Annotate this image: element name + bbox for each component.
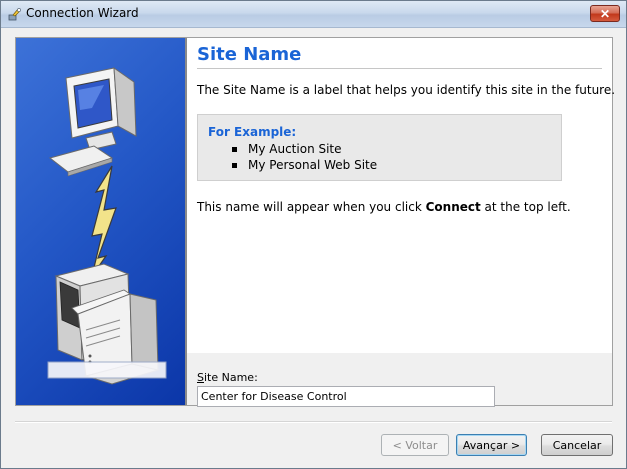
next-button[interactable]: Avançar >: [456, 434, 527, 456]
connection-wizard-icon: [8, 7, 22, 21]
wizard-content-panel: Site Name The Site Name is a label that …: [187, 38, 616, 353]
example-item: My Personal Web Site: [232, 157, 377, 173]
example-item: My Auction Site: [232, 141, 377, 157]
cancel-button[interactable]: Cancelar: [541, 434, 613, 456]
connection-lightning-icon: [91, 165, 117, 277]
site-name-label: Site Name:: [197, 371, 258, 384]
wizard-frame: Site Name The Site Name is a label that …: [15, 37, 616, 407]
close-button[interactable]: ✕: [590, 5, 620, 22]
example-box: For Example: My Auction Site My Personal…: [197, 114, 562, 181]
connect-keyword: Connect: [425, 200, 481, 214]
site-name-input[interactable]: [197, 386, 495, 407]
wizard-banner-illustration: [16, 38, 185, 405]
window-title: Connection Wizard: [26, 6, 139, 20]
back-button[interactable]: < Voltar: [381, 434, 449, 456]
title-divider: [197, 68, 602, 69]
connect-note-suffix: at the top left.: [480, 200, 571, 214]
connect-note: This name will appear when you click Con…: [197, 200, 571, 214]
example-list: My Auction Site My Personal Web Site: [232, 141, 377, 173]
page-title: Site Name: [197, 44, 302, 65]
example-title: For Example:: [208, 125, 297, 139]
title-bar[interactable]: Connection Wizard ✕: [1, 1, 626, 28]
site-name-area: Site Name:: [187, 353, 612, 407]
page-description: The Site Name is a label that helps you …: [197, 83, 616, 97]
accelerator-key: S: [197, 371, 204, 384]
connection-wizard-window: Connection Wizard ✕ Site Name The Site N…: [0, 0, 627, 469]
footer-divider: [15, 421, 612, 423]
connect-note-text: This name will appear when you click: [197, 200, 426, 214]
monitor-icon: [48, 66, 137, 177]
